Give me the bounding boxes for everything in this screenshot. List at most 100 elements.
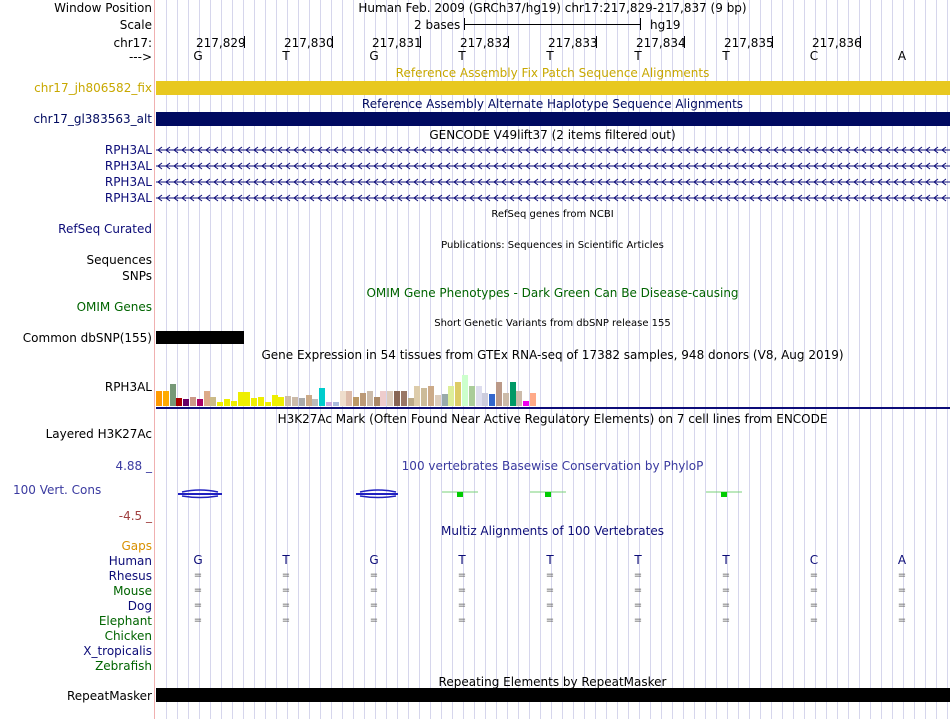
gencode-item-4[interactable]: RPH3AL (105, 191, 152, 205)
fix-track-label[interactable]: chr17_jh806582_fix (34, 81, 152, 95)
species-x-tropicalis[interactable]: X_tropicalis (83, 644, 152, 658)
alt-track-label[interactable]: chr17_gl383563_alt (33, 112, 152, 126)
gtex-tissue-bar[interactable] (298, 398, 305, 406)
species-human[interactable]: Human (109, 554, 152, 568)
gtex-tissue-bar[interactable] (509, 382, 516, 406)
gencode-item-2[interactable]: RPH3AL (105, 159, 152, 173)
alignment-match: = (545, 600, 555, 611)
gtex-tissue-bar[interactable] (414, 386, 421, 406)
gtex-tissue-bar[interactable] (523, 401, 530, 406)
gtex-tissue-bar[interactable] (421, 388, 428, 406)
gtex-tissue-bar[interactable] (156, 391, 162, 406)
alignment-match: = (809, 585, 819, 596)
gtex-tissue-bar[interactable] (169, 384, 176, 406)
repeat-track-label[interactable]: RepeatMasker (67, 689, 152, 703)
gtex-tissue-bar[interactable] (339, 391, 346, 406)
gtex-tissue-bar[interactable] (162, 391, 169, 406)
gtex-tissue-bar[interactable] (183, 399, 190, 406)
gtex-tissue-bar[interactable] (305, 395, 312, 406)
human-base: T (546, 553, 554, 567)
gtex-tissue-bar[interactable] (251, 398, 258, 406)
gtex-tissue-bar[interactable] (230, 401, 237, 406)
species-chicken[interactable]: Chicken (105, 629, 152, 643)
gtex-tissue-bar[interactable] (278, 397, 285, 406)
gtex-tissue-bar[interactable] (190, 397, 196, 406)
snps-track-label[interactable]: SNPs (122, 269, 152, 283)
gtex-tissue-bar[interactable] (271, 395, 278, 406)
gtex-tissue-bar[interactable] (455, 382, 462, 406)
species-mouse[interactable]: Mouse (113, 584, 152, 598)
human-base: T (282, 553, 290, 567)
window-position-label: Window Position (54, 1, 152, 15)
h3k27ac-track-title: H3K27Ac Mark (Often Found Near Active Re… (277, 412, 828, 426)
gtex-tissue-bar[interactable] (496, 382, 502, 406)
gtex-tissue-bar[interactable] (319, 388, 326, 406)
gtex-tissue-bar[interactable] (394, 391, 400, 406)
gtex-tissue-bar[interactable] (217, 402, 224, 406)
gtex-tissue-bar[interactable] (516, 391, 523, 406)
gtex-tissue-bar[interactable] (312, 399, 319, 406)
gencode-intron-line[interactable] (156, 144, 950, 156)
gtex-tissue-bar[interactable] (353, 397, 360, 406)
alt-alignment-bar[interactable] (156, 112, 950, 126)
gtex-tissue-bar[interactable] (387, 391, 394, 406)
gtex-tissue-bar[interactable] (441, 394, 448, 406)
gtex-tissue-bar[interactable] (468, 386, 475, 406)
gencode-intron-line[interactable] (156, 176, 950, 188)
species-elephant[interactable]: Elephant (99, 614, 152, 628)
alignment-match: = (281, 615, 291, 626)
repeat-element-bar[interactable] (156, 688, 950, 702)
alignment-match: = (457, 570, 467, 581)
dbsnp-variant-bar[interactable] (156, 331, 244, 344)
gencode-intron-line[interactable] (156, 192, 950, 204)
dbsnp-track-label[interactable]: Common dbSNP(155) (23, 331, 152, 345)
gtex-tissue-bar[interactable] (346, 391, 353, 406)
species-rhesus[interactable]: Rhesus (109, 569, 152, 583)
gtex-tissue-bar[interactable] (237, 392, 244, 406)
gtex-tissue-bar[interactable] (482, 393, 489, 406)
refseq-track-label[interactable]: RefSeq Curated (58, 222, 152, 236)
genome-browser-image[interactable]: Window Position Human Feb. 2009 (GRCh37/… (0, 0, 950, 719)
fix-alignment-bar[interactable] (156, 81, 950, 95)
gtex-tissue-bar[interactable] (434, 395, 441, 406)
gtex-tissue-bar[interactable] (475, 386, 482, 406)
omim-track-label[interactable]: OMIM Genes (77, 300, 152, 314)
gtex-tissue-bar[interactable] (530, 393, 536, 406)
gtex-tissue-bar[interactable] (373, 397, 380, 406)
species-zebrafish[interactable]: Zebrafish (95, 659, 152, 673)
gtex-tissue-bar[interactable] (326, 402, 332, 406)
gtex-tissue-bar[interactable] (285, 396, 292, 406)
gencode-item-3[interactable]: RPH3AL (105, 175, 152, 189)
gtex-tissue-bar[interactable] (502, 393, 509, 406)
gtex-tissue-bar[interactable] (332, 402, 339, 406)
species-dog[interactable]: Dog (128, 599, 152, 613)
gtex-tissue-bar[interactable] (400, 391, 407, 406)
gtex-tissue-bar[interactable] (462, 375, 468, 406)
gtex-tissue-bar[interactable] (292, 397, 298, 406)
gencode-intron-line[interactable] (156, 160, 950, 172)
gtex-bar-chart[interactable] (156, 362, 536, 406)
cons-plot[interactable] (156, 486, 950, 502)
pubs-track-label[interactable]: Sequences (87, 253, 152, 267)
gtex-tissue-bar[interactable] (428, 386, 434, 406)
gtex-tissue-bar[interactable] (489, 394, 496, 406)
gtex-tissue-bar[interactable] (366, 391, 373, 406)
gtex-tissue-bar[interactable] (210, 397, 217, 406)
gtex-tissue-bar[interactable] (258, 397, 264, 406)
gtex-tissue-bar[interactable] (360, 393, 366, 406)
ruler-tick-label: 217,836 (812, 36, 862, 50)
gtex-tissue-bar[interactable] (203, 391, 210, 406)
cons-track-label[interactable]: 100 Vert. Cons (13, 483, 101, 497)
gtex-tissue-bar[interactable] (407, 398, 414, 406)
gtex-tissue-bar[interactable] (196, 399, 203, 406)
gtex-tissue-bar[interactable] (224, 399, 230, 406)
gtex-tissue-bar[interactable] (264, 402, 271, 406)
human-base: G (369, 553, 379, 567)
gtex-tissue-bar[interactable] (448, 386, 455, 406)
gencode-item-1[interactable]: RPH3AL (105, 143, 152, 157)
gtex-tissue-bar[interactable] (244, 392, 251, 406)
gtex-tissue-bar[interactable] (380, 391, 387, 406)
gtex-track-label[interactable]: RPH3AL (105, 380, 152, 394)
h3k27ac-track-label[interactable]: Layered H3K27Ac (46, 427, 152, 441)
gtex-tissue-bar[interactable] (176, 398, 183, 406)
